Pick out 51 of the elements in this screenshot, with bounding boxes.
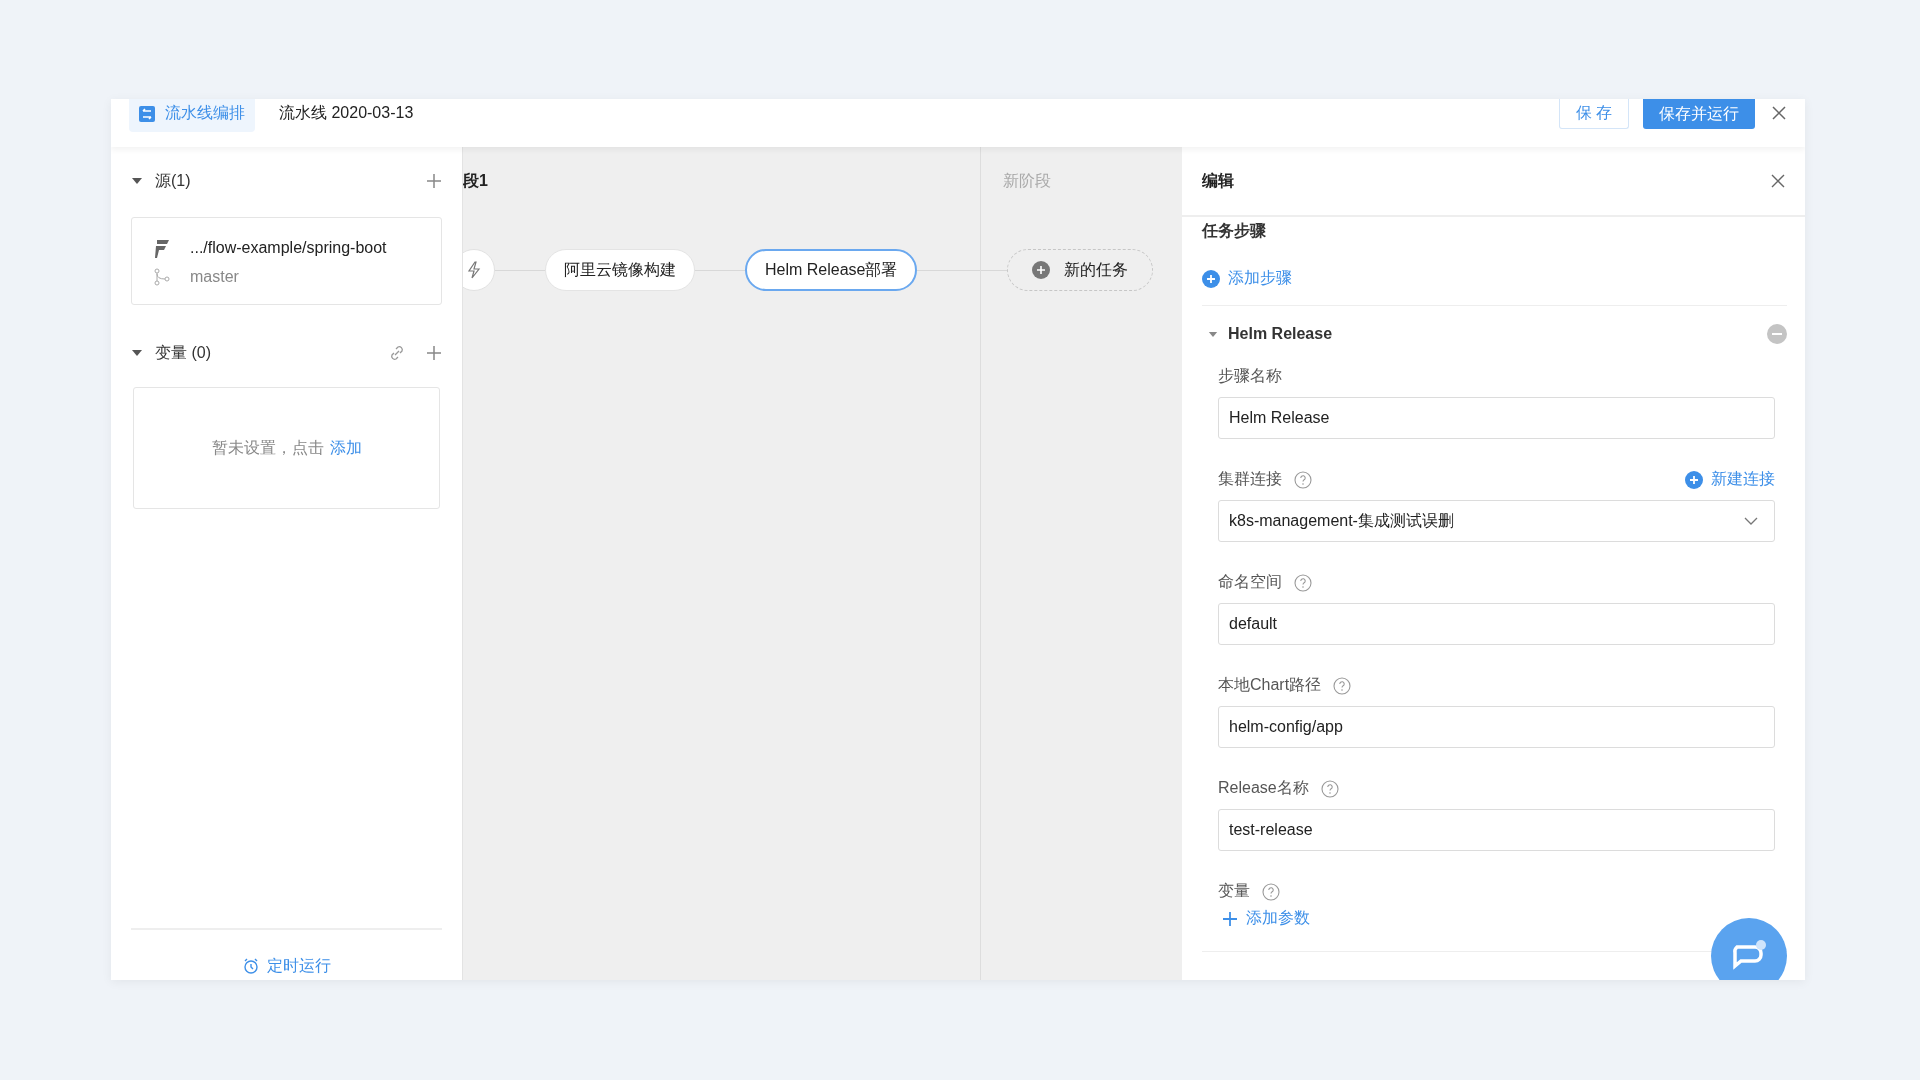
variables-title: 变量 (0) bbox=[155, 342, 211, 363]
plus-circle-icon bbox=[1032, 261, 1050, 279]
plus-circle-icon bbox=[1202, 269, 1220, 288]
cluster-select[interactable]: k8s-management-集成测试误删 bbox=[1218, 500, 1775, 542]
field-label: 命名空间 bbox=[1218, 572, 1282, 592]
help-icon[interactable] bbox=[1333, 676, 1352, 695]
branch-icon bbox=[154, 268, 170, 286]
step-title[interactable]: Helm Release bbox=[1228, 325, 1333, 343]
caret-icon[interactable] bbox=[131, 349, 143, 357]
text-input-field[interactable]: default bbox=[1218, 603, 1775, 645]
field-label: 变量 bbox=[1218, 881, 1250, 901]
task-node[interactable]: Helm Release部署 bbox=[745, 249, 918, 291]
plus-circle-icon bbox=[1685, 470, 1703, 489]
field-label: 集群连接 bbox=[1218, 469, 1282, 489]
close-icon[interactable] bbox=[1771, 105, 1787, 121]
text-input-field[interactable]: helm-config/app bbox=[1218, 706, 1775, 748]
help-icon[interactable] bbox=[1294, 573, 1312, 592]
chevron-down-icon bbox=[1744, 517, 1758, 525]
help-icon[interactable] bbox=[1320, 779, 1339, 798]
link-icon[interactable] bbox=[388, 344, 406, 362]
add-icon[interactable] bbox=[426, 345, 442, 361]
trigger-button[interactable] bbox=[463, 249, 495, 291]
field-label: 步骤名称 bbox=[1218, 366, 1282, 386]
lightning-icon bbox=[467, 261, 481, 279]
repo-path: .../flow-example/spring-boot bbox=[190, 239, 387, 257]
section-title: 任务步骤 bbox=[1202, 221, 1266, 241]
source-card[interactable]: .../flow-example/spring-boot master bbox=[131, 217, 442, 305]
text-input-field[interactable]: Helm Release bbox=[1218, 397, 1775, 439]
repo-logo-icon bbox=[154, 238, 170, 258]
caret-icon[interactable] bbox=[1208, 330, 1218, 338]
sources-title: 源(1) bbox=[155, 170, 191, 191]
help-icon[interactable] bbox=[1294, 470, 1312, 489]
empty-hint: 暂未设置，点击 bbox=[211, 437, 324, 458]
branch-name: master bbox=[190, 268, 239, 286]
help-icon[interactable] bbox=[1262, 882, 1280, 901]
editor-title: 编辑 bbox=[1202, 170, 1234, 191]
field-label: 本地Chart路径 bbox=[1218, 675, 1322, 695]
add-icon[interactable] bbox=[426, 173, 442, 189]
remove-icon[interactable] bbox=[1767, 324, 1787, 344]
text-input-field[interactable]: test-release bbox=[1218, 809, 1775, 851]
field-label: Release名称 bbox=[1218, 778, 1309, 798]
pipeline-icon bbox=[139, 105, 155, 122]
plus-icon bbox=[1222, 910, 1238, 927]
close-icon[interactable] bbox=[1771, 174, 1785, 188]
save-button[interactable]: 保 存 bbox=[1558, 99, 1629, 129]
caret-icon[interactable] bbox=[131, 177, 143, 185]
alarm-clock-icon bbox=[242, 958, 259, 974]
stage-title[interactable]: 段1 bbox=[463, 171, 488, 192]
task-node[interactable]: 阿里云镜像构建 bbox=[545, 249, 695, 291]
chat-button[interactable] bbox=[1711, 918, 1787, 980]
pipeline-title: 流水线 2020-03-13 bbox=[279, 103, 414, 123]
